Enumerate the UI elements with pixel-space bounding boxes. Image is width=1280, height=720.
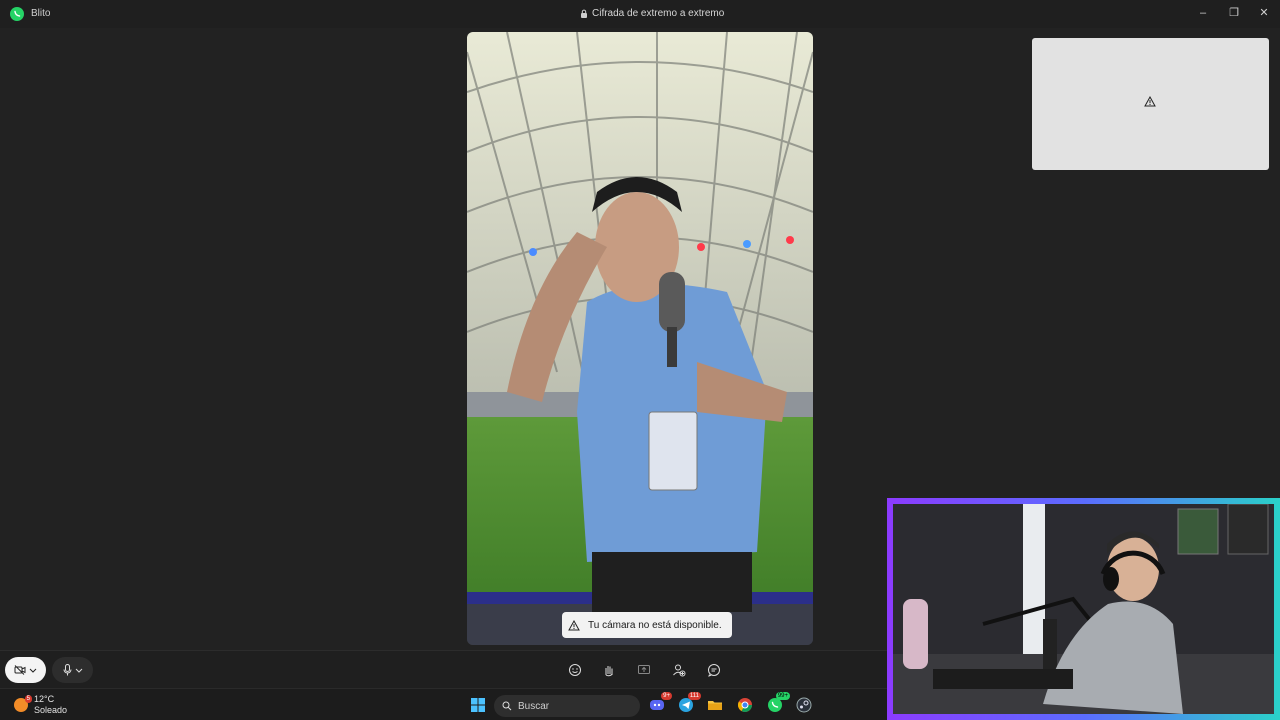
self-view-tile[interactable] [1032,38,1269,170]
whatsapp-badge: 99+ [775,692,790,700]
minimize-button[interactable]: – [1190,4,1216,22]
toast-message: Tu cámara no está disponible. [588,619,722,631]
streamer-webcam-overlay [887,498,1280,720]
window-app-name: Blito [31,8,51,19]
file-explorer-icon[interactable] [706,696,724,714]
lock-icon [581,9,587,18]
search-icon [502,701,512,711]
microphone-toggle-button[interactable] [52,657,93,683]
weather-badge: 5 [24,695,32,703]
maximize-button[interactable]: ❐ [1221,4,1247,22]
camera-off-icon [14,665,26,675]
raise-hand-icon[interactable] [600,661,618,679]
remote-video[interactable] [467,32,813,645]
sun-icon: 5 [14,695,32,712]
title-bar: Blito Cifrada de extremo a extremo – ❐ ✕ [0,0,1280,28]
encryption-label: Cifrada de extremo a extremo [580,8,724,19]
remote-video-frame [467,32,813,645]
weather-description: Soleado [34,705,68,715]
chrome-icon[interactable] [736,696,754,714]
whatsapp-taskbar-icon[interactable]: 99+ [766,692,790,714]
warning-icon [1144,96,1156,107]
webcam-scene [893,504,1274,714]
warning-icon [568,619,580,630]
chevron-down-icon [75,668,82,673]
chat-icon[interactable] [705,661,723,679]
weather-temperature: 12°C [34,694,55,704]
search-placeholder: Buscar [518,700,550,712]
camera-toggle-button[interactable] [5,657,46,683]
chevron-down-icon [29,668,37,673]
add-participant-icon[interactable] [670,661,688,679]
discord-badge: 9+ [661,692,672,700]
share-screen-icon[interactable] [635,661,653,679]
windows-start-icon[interactable] [469,696,487,714]
camera-unavailable-toast: Tu cámara no está disponible. [562,612,732,638]
whatsapp-icon [10,7,24,21]
emoji-icon[interactable] [566,661,584,679]
telegram-icon[interactable]: 111 [677,692,701,714]
discord-icon[interactable]: 9+ [648,692,672,714]
taskbar-search[interactable]: Buscar [494,695,640,717]
close-button[interactable]: ✕ [1251,4,1277,22]
telegram-badge: 111 [687,692,701,700]
window-title: Cifrada de extremo a extremo [592,8,725,19]
steam-icon[interactable] [795,696,813,714]
weather-widget[interactable]: 5 12°C Soleado [14,694,67,716]
microphone-icon [63,664,71,676]
